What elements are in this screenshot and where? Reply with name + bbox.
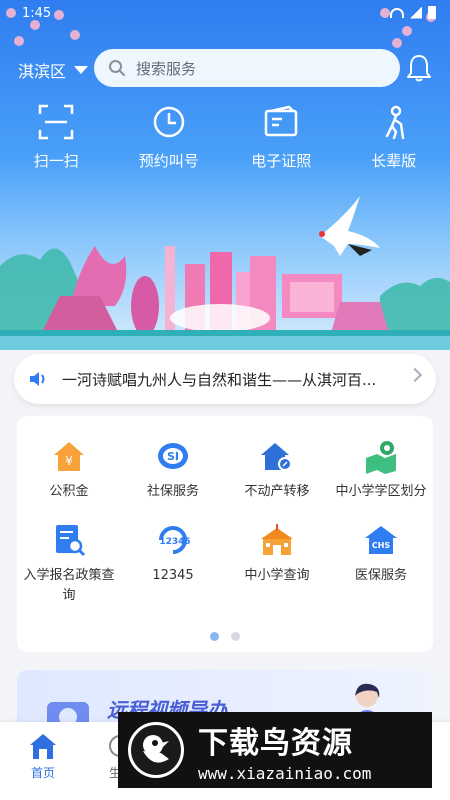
blossom-decoration: [392, 38, 402, 48]
quick-action-label: 扫一扫: [33, 152, 79, 170]
status-time: 1:45: [22, 6, 52, 21]
quick-action-appointment[interactable]: 预约叫号: [113, 102, 226, 171]
tab-label: 首页: [30, 766, 55, 780]
school-district-map-icon: [366, 441, 396, 474]
search-bar[interactable]: 搜索服务: [94, 49, 400, 87]
quick-action-e-license[interactable]: 电子证照: [225, 102, 338, 171]
home-icon: [30, 734, 56, 759]
page-indicator: [17, 632, 433, 641]
signal-icon: [410, 6, 422, 19]
blossom-decoration: [14, 36, 24, 46]
speaker-icon: [30, 372, 45, 386]
medical-insurance-icon: CHS: [365, 526, 397, 554]
service-medical-insurance[interactable]: CHS 医保服务: [329, 522, 433, 606]
svg-text:SI: SI: [167, 450, 179, 463]
search-placeholder: 搜索服务: [136, 59, 197, 78]
tab-home[interactable]: 首页: [28, 732, 58, 781]
service-label: 中小学查询: [244, 568, 310, 583]
service-label: 公积金: [49, 484, 89, 499]
page-dot-active[interactable]: [210, 632, 219, 641]
bell-icon[interactable]: [406, 53, 432, 83]
svg-text:12345: 12345: [159, 537, 190, 547]
service-label: 医保服务: [354, 568, 407, 583]
scan-icon: [39, 104, 74, 140]
city-skyline-illustration: [0, 196, 450, 350]
watermark-bird-logo: [128, 722, 184, 778]
hotline-12345-icon: 12345: [159, 526, 191, 554]
service-label: 中小学学区划分: [335, 484, 427, 499]
service-label: 社保服务: [146, 484, 199, 499]
services-panel: ¥ 公积金 SI 社保服务 不动产转移 中小学学区划分 入学报名政策查询 123…: [17, 416, 433, 652]
svg-text:¥: ¥: [65, 454, 73, 468]
service-label: 12345: [152, 568, 194, 583]
enrollment-search-icon: [56, 525, 86, 557]
service-label: 不动产转移: [244, 484, 310, 499]
service-enrollment-policy[interactable]: 入学报名政策查询: [17, 522, 121, 606]
service-social-security[interactable]: SI 社保服务: [121, 438, 225, 502]
services-grid: ¥ 公积金 SI 社保服务 不动产转移 中小学学区划分 入学报名政策查询 123…: [17, 438, 433, 606]
blossom-decoration: [402, 26, 412, 36]
card-icon: [265, 105, 298, 137]
service-real-estate[interactable]: 不动产转移: [225, 438, 329, 502]
real-estate-icon: [261, 443, 292, 471]
notice-bar[interactable]: 一河诗赋唱九州人与自然和谐生——从淇河百...: [14, 354, 436, 404]
watermark-overlay: 下载鸟资源 www.xiazainiao.com: [118, 712, 432, 788]
service-label: 入学报名政策查询: [23, 568, 115, 603]
quick-actions: 扫一扫 预约叫号 电子证照 长辈版: [0, 102, 450, 171]
quick-action-label: 长辈版: [371, 152, 417, 170]
quick-action-label: 电子证照: [251, 152, 312, 170]
service-housing-fund[interactable]: ¥ 公积金: [17, 438, 121, 502]
district-label: 淇滨区: [18, 62, 67, 81]
svg-text:CHS: CHS: [372, 541, 391, 550]
district-selector[interactable]: 淇滨区: [18, 58, 89, 82]
notice-text: 一河诗赋唱九州人与自然和谐生——从淇河百...: [62, 370, 377, 389]
chevron-right-icon: [407, 367, 423, 383]
clock-icon: [153, 106, 184, 138]
hero-header: 1:45 淇滨区 搜索服务 扫一扫 预约叫号 电子证照 长辈版: [0, 0, 450, 350]
battery-icon: [428, 6, 436, 19]
quick-action-scan[interactable]: 扫一扫: [0, 102, 113, 171]
crane-illustration: [319, 196, 380, 256]
service-hotline-12345[interactable]: 12345 12345: [121, 522, 225, 606]
quick-action-elder-mode[interactable]: 长辈版: [338, 102, 450, 171]
elder-icon: [385, 105, 404, 140]
quick-action-label: 预约叫号: [138, 152, 199, 170]
school-icon: [261, 524, 293, 555]
page-dot[interactable]: [231, 632, 240, 641]
service-school-district[interactable]: 中小学学区划分: [329, 438, 433, 502]
social-security-icon: SI: [158, 443, 188, 469]
blossom-decoration: [70, 30, 80, 40]
caret-down-icon: [74, 66, 89, 74]
wifi-icon: [390, 7, 404, 18]
search-icon: [109, 60, 125, 76]
watermark-url: www.xiazainiao.com: [198, 763, 372, 783]
housing-fund-icon: ¥: [54, 442, 84, 471]
watermark-title: 下载鸟资源: [198, 725, 353, 761]
status-icons: [390, 6, 436, 19]
watermark-text: 下载鸟资源 www.xiazainiao.com: [198, 718, 371, 783]
status-bar: 1:45: [0, 6, 450, 24]
service-school-search[interactable]: 中小学查询: [225, 522, 329, 606]
